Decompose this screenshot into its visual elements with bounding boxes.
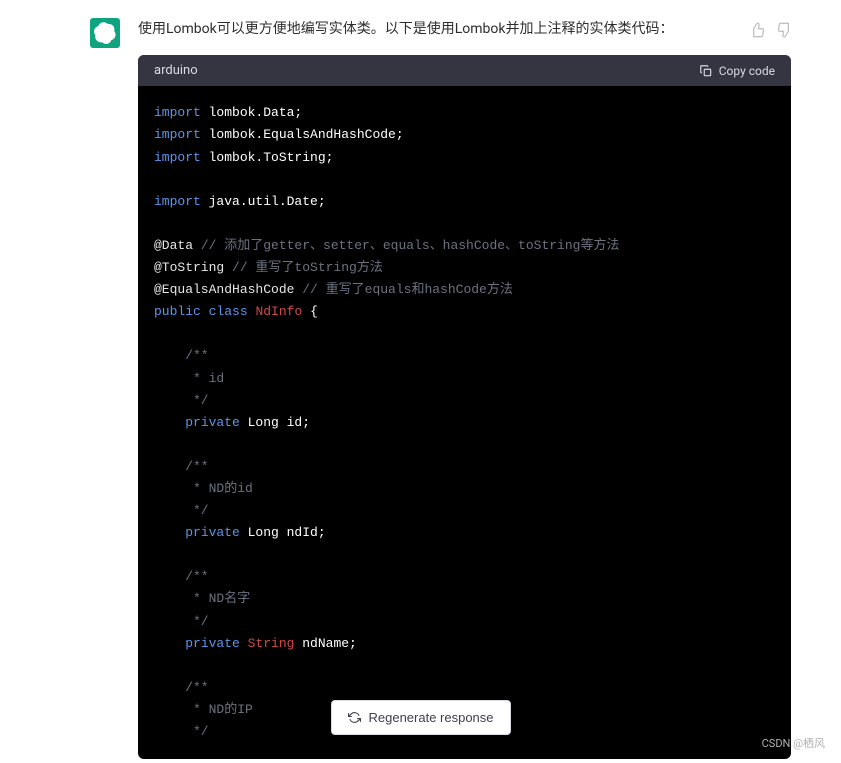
copy-code-button[interactable]: Copy code [699,64,775,78]
regenerate-button[interactable]: Regenerate response [330,700,510,735]
code-language-label: arduino [154,63,198,78]
copy-code-label: Copy code [719,64,775,78]
code-block: arduino Copy code import lombok.Data; im… [138,55,791,759]
refresh-icon [347,711,360,724]
feedback-controls [749,22,793,38]
thumbs-down-icon[interactable] [777,22,793,38]
code-header: arduino Copy code [138,55,791,86]
watermark: CSDN @栖风 [762,735,825,751]
clipboard-icon [699,64,713,78]
assistant-avatar [90,18,120,48]
regenerate-label: Regenerate response [368,710,493,725]
openai-logo-icon [94,22,116,44]
thumbs-up-icon[interactable] [749,22,765,38]
response-text: 使用Lombok可以更方便地编写实体类。以下是使用Lombok并加上注释的实体类… [138,18,791,40]
code-content[interactable]: import lombok.Data; import lombok.Equals… [138,86,791,759]
